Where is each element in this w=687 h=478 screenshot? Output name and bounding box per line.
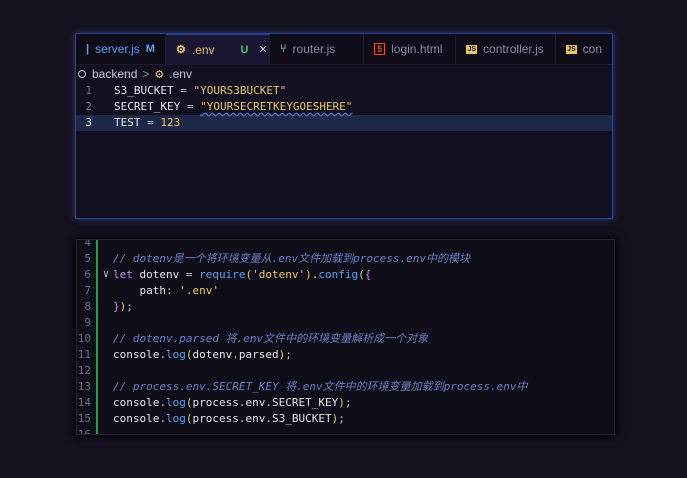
code-text: console.log(process.env.SECRET_KEY); [113, 396, 352, 409]
bottom-editor-panel: 4 5 // dotenv是一个将环境变量从.env文件加载到process.en… [77, 240, 614, 434]
tab-label: router.js [292, 42, 336, 56]
code-text: console.log(dotenv.parsed); [113, 348, 292, 361]
breadcrumb-file[interactable]: .env [169, 67, 192, 81]
html-file-icon: 5 [374, 43, 386, 55]
code-line: 13 // process.env.SECRET_KEY 将.env文件中的环境变… [77, 379, 614, 395]
tab-login-html[interactable]: 5 login.html [364, 34, 457, 64]
code-line: 12 [77, 363, 614, 379]
code-comment: // dotenv是一个将环境变量从.env文件加载到process.env中的… [113, 252, 470, 265]
code-comment: // process.env.SECRET_KEY 将.env文件中的环境变量加… [113, 380, 528, 393]
code-line: 11 console.log(dotenv.parsed); [77, 347, 614, 363]
js-file-icon: JS [466, 44, 478, 54]
line-number: 13 [77, 380, 91, 393]
env-value: "YOURSECRETKEYGOESHERE" [200, 100, 353, 113]
env-equals: = [180, 100, 201, 113]
code-line: 2 SECRET_KEY = "YOURSECRETKEYGOESHERE" [76, 99, 612, 115]
code-line: 1 S3_BUCKET = "YOURS3BUCKET" [76, 83, 612, 99]
tab-label: server.js [95, 42, 140, 56]
tab-env[interactable]: ⚙ .env U ✕ [165, 34, 270, 64]
folder-icon [78, 70, 86, 78]
settings-file-icon: ⚙ [175, 44, 186, 56]
code-text: let dotenv = require('dotenv').config({ [113, 268, 372, 281]
code-line-current: 3 TEST = 123 [76, 115, 612, 131]
code-line: 14 console.log(process.env.SECRET_KEY); [77, 395, 614, 411]
code-comment: // dotenv.parsed 将.env文件中的环境变量解析成一个对象 [113, 332, 429, 345]
code-line: 4 [77, 240, 614, 251]
tab-label: login.html [391, 42, 443, 56]
line-number: 7 [84, 284, 91, 297]
line-number: 6 [84, 268, 91, 281]
js-file-icon: JS [566, 44, 577, 54]
code-line: 7 path: '.env' [77, 283, 614, 299]
top-editor-panel: | server.js M ⚙ .env U ✕ ⑂ router.js 5 l… [76, 34, 612, 218]
untracked-badge: U [240, 43, 249, 56]
tab-controller-js[interactable]: JS controller.js [456, 34, 557, 64]
breadcrumb: backend > ⚙ .env [76, 65, 612, 83]
code-line: 6 ∨ let dotenv = require('dotenv').config(… [77, 267, 614, 283]
line-number: 11 [77, 348, 91, 361]
tab-router-js[interactable]: ⑂ router.js [270, 34, 365, 64]
env-equals: = [140, 116, 161, 129]
env-key: S3_BUCKET [114, 84, 174, 97]
line-number: 14 [77, 396, 91, 409]
tab-label: controller.js [483, 42, 544, 56]
js-file-icon: | [86, 43, 90, 55]
breadcrumb-separator: > [142, 67, 150, 81]
code-area[interactable]: 1 S3_BUCKET = "YOURS3BUCKET" 2 SECRET_KE… [76, 83, 612, 131]
line-number: 8 [84, 300, 91, 313]
tab-bar: | server.js M ⚙ .env U ✕ ⑂ router.js 5 l… [76, 34, 612, 65]
env-key: SECRET_KEY [114, 100, 181, 113]
tab-label: con [582, 42, 602, 56]
modified-badge: M [145, 43, 155, 55]
line-number: 15 [77, 412, 91, 425]
tab-server-js[interactable]: | server.js M [76, 34, 166, 64]
line-number: 3 [85, 116, 92, 129]
line-number: 12 [77, 364, 91, 377]
tab-con-js[interactable]: JS con [556, 34, 612, 64]
code-text: console.log(process.env.S3_BUCKET); [113, 412, 345, 425]
code-text: }); [113, 300, 133, 313]
line-number: 9 [84, 316, 91, 329]
env-value: "YOURS3BUCKET" [193, 84, 287, 97]
line-number: 4 [84, 240, 91, 249]
env-equals: = [173, 84, 194, 97]
code-line: 5 // dotenv是一个将环境变量从.env文件加载到process.env中… [77, 251, 614, 267]
close-icon[interactable]: ✕ [258, 43, 267, 56]
env-value: 123 [160, 116, 181, 129]
env-key: TEST [114, 116, 141, 129]
line-number: 16 [77, 427, 99, 434]
code-line: 16 [77, 427, 614, 434]
fold-chevron-icon[interactable]: ∨ [99, 267, 113, 283]
line-number: 5 [84, 252, 91, 265]
code-line: 9 [77, 315, 614, 331]
code-area[interactable]: 4 5 // dotenv是一个将环境变量从.env文件加载到process.en… [77, 240, 614, 434]
line-number: 1 [85, 84, 92, 97]
breadcrumb-folder[interactable]: backend [92, 67, 137, 81]
code-line: 15 console.log(process.env.S3_BUCKET); [77, 411, 614, 427]
code-text: path: '.env' [139, 284, 220, 297]
code-line: 8}); [77, 299, 614, 315]
router-file-icon: ⑂ [279, 43, 287, 55]
code-line: 10 // dotenv.parsed 将.env文件中的环境变量解析成一个对象 [77, 331, 614, 347]
settings-file-icon: ⚙ [154, 68, 165, 81]
line-number: 2 [85, 100, 92, 113]
line-number: 10 [77, 332, 91, 345]
tab-label: .env [191, 42, 215, 57]
